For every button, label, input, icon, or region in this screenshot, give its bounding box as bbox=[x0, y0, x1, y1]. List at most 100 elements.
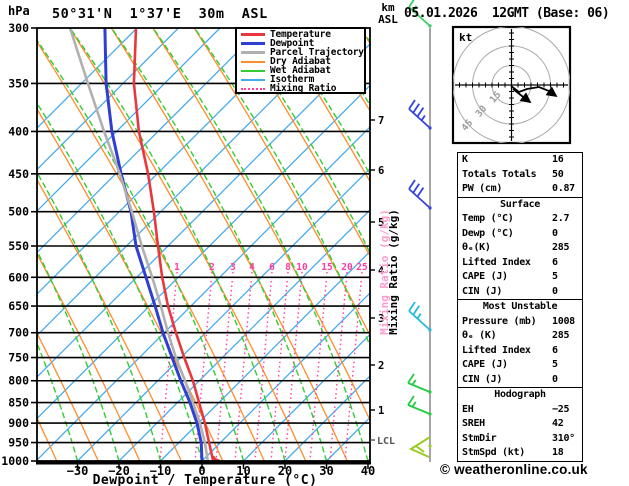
stats-label: PW (cm) bbox=[462, 183, 502, 194]
stats-label: SREH bbox=[462, 418, 485, 429]
stats-value: 6 bbox=[552, 256, 558, 271]
altitude-axis-unit: km ASL bbox=[371, 2, 405, 26]
pressure-tick-label: 600 bbox=[8, 270, 29, 284]
stats-label: StmDir bbox=[462, 433, 496, 444]
stats-label: Lifted Index bbox=[462, 257, 531, 268]
pressure-axis-unit: hPa bbox=[8, 4, 30, 18]
stats-label: Dewp (°C) bbox=[462, 228, 514, 239]
stats-label: K bbox=[462, 154, 468, 165]
stats-row: PW (cm) 0.87 bbox=[458, 182, 582, 197]
pressure-tick-label: 850 bbox=[8, 396, 29, 410]
mixing-ratio-value-label: 3 bbox=[230, 262, 236, 273]
stats-row: θₑ(K) 285 bbox=[458, 241, 582, 256]
stats-row: CIN (J)0 bbox=[458, 373, 582, 388]
stats-value: 5 bbox=[552, 270, 558, 285]
stats-section-header: Hodograph bbox=[458, 388, 582, 403]
stats-label: Pressure (mb) bbox=[462, 316, 536, 327]
stats-row: θₑ (K)285 bbox=[458, 329, 582, 344]
chart-legend: TemperatureDewpointParcel TrajectoryDry … bbox=[235, 27, 366, 94]
wind-barb bbox=[409, 100, 432, 130]
stats-section-surface: SurfaceTemp (°C)2.7Dewp (°C)0θₑ(K)285Lif… bbox=[458, 197, 582, 300]
stats-value: 6 bbox=[552, 344, 558, 359]
pressure-tick-label: 650 bbox=[8, 299, 29, 313]
mixing-ratio-value-label: 25 bbox=[356, 262, 368, 273]
stats-row: CIN (J)0 bbox=[458, 285, 582, 300]
stats-value: 285 bbox=[552, 329, 569, 344]
pressure-tick-label: 800 bbox=[8, 374, 29, 388]
legend-line-sample bbox=[241, 51, 265, 54]
stats-row: StmSpd (kt)18 bbox=[458, 446, 582, 461]
pressure-tick-label: 350 bbox=[8, 76, 29, 90]
stats-row: K 16 bbox=[458, 153, 582, 168]
stats-value: 1008 bbox=[552, 315, 575, 330]
stats-label: Lifted Index bbox=[462, 345, 531, 356]
altitude-unit-asl: ASL bbox=[371, 14, 405, 26]
wind-barb bbox=[409, 302, 432, 332]
stats-row: Temp (°C) 2.7 bbox=[458, 212, 582, 227]
x-axis-title: Dewpoint / Temperature (°C) bbox=[60, 473, 350, 486]
stats-section-most-unstable: Most UnstablePressure (mb)1008θₑ (K)285L… bbox=[458, 299, 582, 387]
stats-value: 0 bbox=[552, 285, 558, 300]
stats-panel: K16Totals Totals50PW (cm)0.87SurfaceTemp… bbox=[457, 152, 583, 462]
copyright: © weatheronline.co.uk bbox=[440, 462, 588, 477]
stats-row: Dewp (°C) 0 bbox=[458, 227, 582, 242]
stats-row: StmDir310° bbox=[458, 432, 582, 447]
wind-barb bbox=[411, 437, 432, 457]
pressure-tick-label: 950 bbox=[8, 436, 29, 450]
stats-row: EH −25 bbox=[458, 403, 582, 418]
legend-line-sample bbox=[241, 88, 265, 90]
stats-row: Lifted Index 6 bbox=[458, 256, 582, 271]
stats-section-header: Surface bbox=[458, 198, 582, 213]
mixing-ratio-value-label: 4 bbox=[249, 262, 255, 273]
stats-value: 16 bbox=[552, 153, 563, 168]
pressure-tick-label: 500 bbox=[8, 205, 29, 219]
stats-value: 0 bbox=[552, 227, 558, 242]
hodograph: 153045kt bbox=[453, 27, 570, 144]
stats-row: CAPE (J) 5 bbox=[458, 270, 582, 285]
series-dewpoint bbox=[105, 28, 202, 461]
lcl-label: LCL bbox=[377, 436, 395, 447]
stats-label: CAPE (J) bbox=[462, 271, 508, 282]
mixing-ratio-value-label: 2 bbox=[209, 262, 215, 273]
mixing-axis-label: Mixing Ratio (g/kg) bbox=[387, 209, 400, 335]
stats-label: Temp (°C) bbox=[462, 213, 514, 224]
stats-value: 2.7 bbox=[552, 212, 569, 227]
stats-section: K 16 Totals Totals 50 PW (cm) 0.87 bbox=[458, 153, 582, 197]
legend-item-label: Mixing Ratio bbox=[270, 83, 336, 94]
stats-label: EH bbox=[462, 404, 473, 415]
stats-row: Pressure (mb) 1008 bbox=[458, 315, 582, 330]
pressure-tick-label: 300 bbox=[8, 21, 29, 35]
stats-value: 0 bbox=[552, 373, 558, 388]
station-title: 50°31'N 1°37'E 30m ASL bbox=[52, 6, 268, 22]
legend-line-sample bbox=[241, 61, 265, 63]
legend-item: Mixing Ratio bbox=[237, 84, 364, 93]
km-tick-label: 2 bbox=[378, 360, 384, 372]
pressure-tick-label: 550 bbox=[8, 239, 29, 253]
km-tick-label: 6 bbox=[378, 165, 384, 177]
stats-label: θₑ(K) bbox=[462, 242, 491, 253]
stats-section-hodograph: HodographEH −25 SREH 42StmDir310°StmSpd (kt… bbox=[458, 387, 582, 461]
stats-row: Lifted Index 6 bbox=[458, 344, 582, 359]
stats-row: CAPE (J)5 bbox=[458, 358, 582, 373]
mixing-ratio-value-label: 15 bbox=[321, 262, 333, 273]
mixing-ratio-value-label: 1 bbox=[174, 262, 180, 273]
stats-value: −25 bbox=[552, 403, 569, 418]
wind-barb bbox=[408, 374, 432, 394]
stats-value: 285 bbox=[552, 241, 569, 256]
hodograph-unit-label: kt bbox=[459, 31, 472, 44]
stats-label: StmSpd (kt) bbox=[462, 447, 525, 458]
series-temperature bbox=[134, 28, 213, 461]
legend-line-sample bbox=[241, 42, 265, 45]
stats-label: CAPE (J) bbox=[462, 359, 508, 370]
stats-label: Totals Totals bbox=[462, 169, 536, 180]
stats-value: 50 bbox=[552, 168, 563, 183]
mixing-ratio-value-label: 10 bbox=[296, 262, 308, 273]
pressure-tick-label: 700 bbox=[8, 326, 29, 340]
wind-barb bbox=[409, 180, 432, 210]
stats-value: 42 bbox=[552, 417, 563, 432]
km-tick-label: 7 bbox=[378, 115, 384, 127]
stats-value: 0.87 bbox=[552, 182, 575, 197]
legend-line-sample bbox=[241, 70, 265, 72]
sounding-app: 1234681015202530035040045050055060065070… bbox=[0, 0, 629, 486]
pressure-tick-label: 400 bbox=[8, 124, 29, 138]
